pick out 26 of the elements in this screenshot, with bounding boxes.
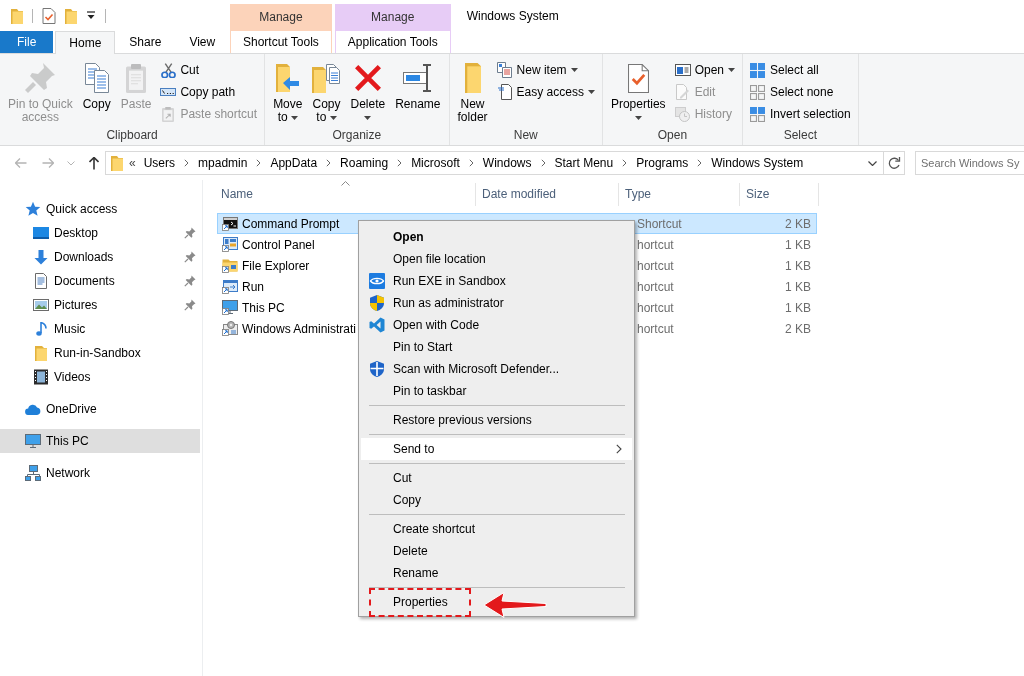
file-type: hortcut — [637, 300, 674, 315]
ribbon-group-label: Open — [656, 128, 689, 144]
file-type: hortcut — [637, 279, 674, 294]
file-size: 1 KB — [785, 300, 811, 315]
contextual-tab-header: Manage — [230, 4, 332, 31]
file-size: 1 KB — [785, 258, 811, 273]
file-name: Run — [242, 279, 264, 294]
file-name: Control Panel — [242, 237, 315, 252]
file-name: Command Prompt — [242, 216, 340, 231]
contextual-tab-header: Manage — [334, 4, 451, 31]
file-type: hortcut — [637, 237, 674, 252]
ribbon-group-label: New — [512, 128, 539, 144]
ribbon-group-label: Select — [782, 128, 818, 144]
file-size: 1 KB — [785, 279, 811, 294]
ribbon-group-label: Organize — [331, 128, 383, 144]
file-type: Shortcut — [637, 216, 682, 231]
file-name: This PC — [242, 300, 285, 315]
file-type: hortcut — [637, 258, 674, 273]
file-type: hortcut — [637, 321, 674, 336]
file-size: 2 KB — [785, 321, 811, 336]
ribbon-group-label: Clipboard — [105, 128, 159, 144]
file-size: 2 KB — [785, 216, 811, 231]
window-title: Windows System — [466, 8, 559, 23]
file-name: Windows Administrati — [242, 321, 357, 336]
file-size: 1 KB — [785, 237, 811, 252]
file-name: File Explorer — [242, 258, 310, 273]
